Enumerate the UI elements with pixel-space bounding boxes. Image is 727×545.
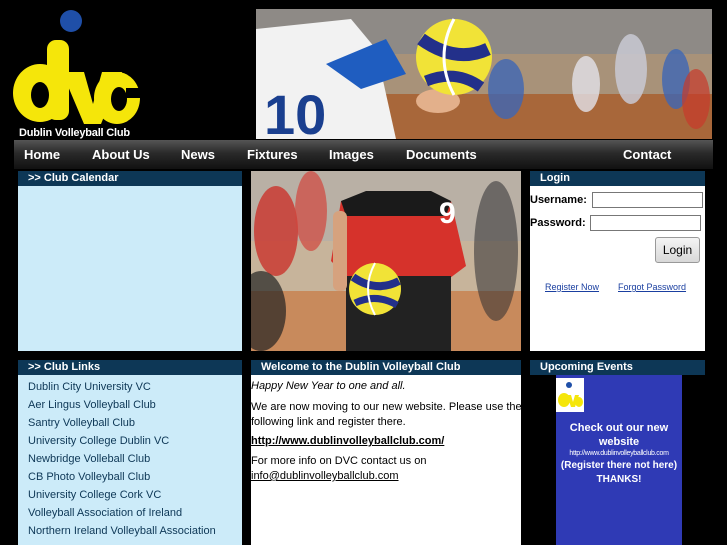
new-website-link[interactable]: http://www.dublinvolleyballclub.com/ bbox=[251, 435, 444, 447]
team-photo: 9 bbox=[251, 171, 521, 351]
nav-about-us[interactable]: About Us bbox=[92, 147, 150, 162]
nav-fixtures[interactable]: Fixtures bbox=[247, 147, 298, 162]
club-links-panel: >> Club Links Dublin City University VC … bbox=[18, 360, 242, 545]
dvc-logo-graphic bbox=[13, 10, 142, 124]
nav-contact[interactable]: Contact bbox=[623, 147, 671, 162]
welcome-greeting: Happy New Year to one and all. bbox=[251, 380, 406, 392]
banner-jersey-number: 10 bbox=[264, 83, 326, 139]
register-now-link[interactable]: Register Now bbox=[545, 282, 599, 292]
dvc-mini-logo-icon bbox=[556, 378, 584, 412]
password-label: Password: bbox=[530, 217, 586, 229]
forgot-password-link[interactable]: Forgot Password bbox=[618, 282, 686, 292]
welcome-moving-text: We are now moving to our new website. Pl… bbox=[251, 401, 522, 428]
header-banner-photo: 10 bbox=[256, 9, 712, 139]
login-panel: Login Username: Password: Login Register… bbox=[530, 171, 705, 351]
password-input[interactable] bbox=[590, 215, 701, 231]
club-link[interactable]: Volleyball Association of Ireland bbox=[28, 507, 182, 519]
login-title: Login bbox=[530, 171, 705, 186]
club-name: Dublin Volleyball Club bbox=[19, 127, 130, 139]
main-nav: Home About Us News Fixtures Images Docum… bbox=[14, 140, 713, 169]
nav-home[interactable]: Home bbox=[24, 147, 60, 162]
club-links-title: >> Club Links bbox=[18, 360, 242, 375]
club-link[interactable]: Aer Lingus Volleyball Club bbox=[28, 399, 156, 411]
events-line-1: Check out our new website bbox=[569, 422, 669, 448]
calendar-body[interactable] bbox=[18, 186, 242, 351]
username-input[interactable] bbox=[592, 192, 703, 208]
nav-news[interactable]: News bbox=[181, 147, 215, 162]
events-announcement[interactable]: Check out our new website http://www.dub… bbox=[556, 375, 682, 545]
events-line-4: THANKS! bbox=[596, 474, 642, 485]
nav-images[interactable]: Images bbox=[329, 147, 374, 162]
username-label: Username: bbox=[530, 194, 587, 206]
club-logo[interactable] bbox=[0, 0, 255, 139]
contact-email-link[interactable]: info@dublinvolleyballclub.com bbox=[251, 470, 399, 482]
nav-documents[interactable]: Documents bbox=[406, 147, 477, 162]
club-link[interactable]: University College Cork VC bbox=[28, 489, 161, 501]
club-link[interactable]: Santry Volleyball Club bbox=[28, 417, 135, 429]
club-link[interactable]: Northern Ireland Volleyball Association bbox=[28, 525, 216, 537]
club-links-list: Dublin City University VC Aer Lingus Vol… bbox=[18, 375, 242, 545]
club-link[interactable]: CB Photo Volleyball Club bbox=[28, 471, 150, 483]
calendar-title: >> Club Calendar bbox=[18, 171, 242, 186]
welcome-panel: Welcome to the Dublin Volleyball Club Ha… bbox=[251, 360, 522, 545]
events-title: Upcoming Events bbox=[530, 360, 705, 375]
events-line-2: http://www.dublinvolleyballclub.com bbox=[569, 450, 669, 457]
welcome-body: Happy New Year to one and all. We are no… bbox=[251, 375, 522, 545]
photo-jersey-number: 9 bbox=[439, 197, 456, 230]
welcome-info-text: For more info on DVC contact us on bbox=[251, 455, 427, 467]
club-link[interactable]: Newbridge Volleball Club bbox=[28, 453, 150, 465]
welcome-title: Welcome to the Dublin Volleyball Club bbox=[251, 360, 521, 375]
club-link[interactable]: University College Dublin VC bbox=[28, 435, 169, 447]
calendar-panel: >> Club Calendar bbox=[18, 171, 242, 351]
club-link[interactable]: Dublin City University VC bbox=[28, 381, 151, 393]
login-button[interactable]: Login bbox=[655, 237, 700, 263]
events-line-3: (Register there not here) bbox=[560, 460, 678, 471]
